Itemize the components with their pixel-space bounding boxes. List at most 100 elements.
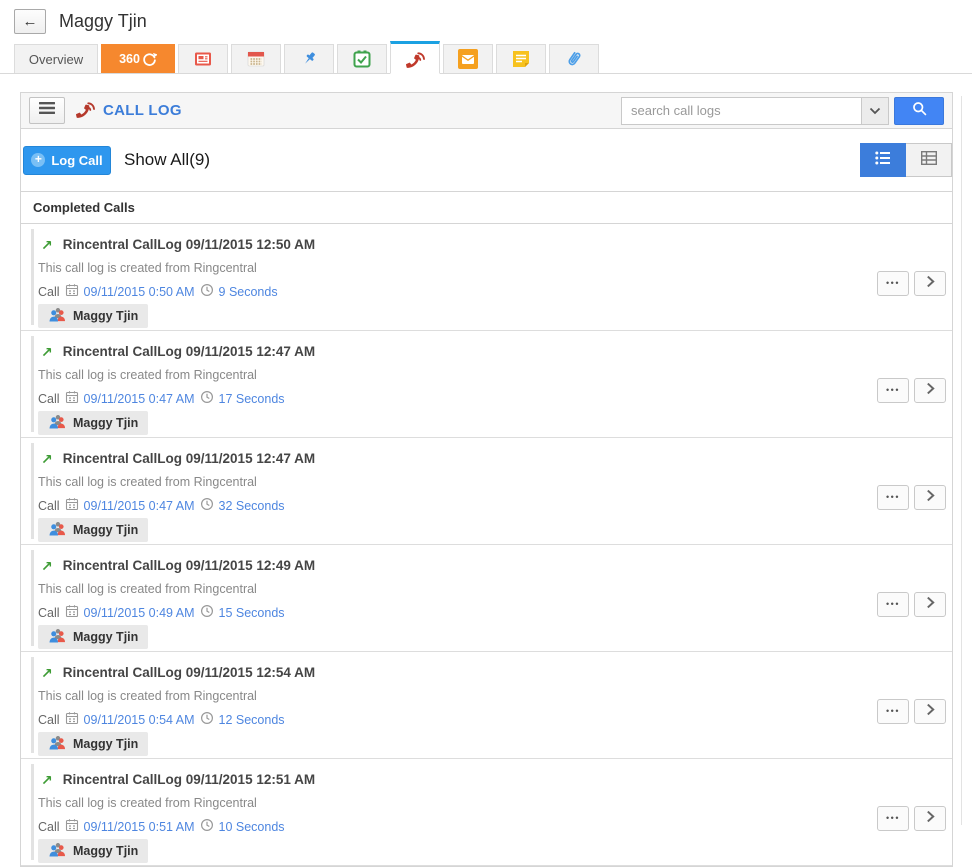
clock-icon <box>200 497 214 514</box>
call-datetime-link[interactable]: 09/11/2015 0:50 AM <box>84 285 195 299</box>
expand-entry-button[interactable] <box>914 592 946 617</box>
expand-entry-button[interactable] <box>914 485 946 510</box>
more-actions-button[interactable]: ••• <box>877 592 909 617</box>
call-detail-line: Call 09/11/2015 0:49 AM 15 Seconds <box>21 596 952 621</box>
menu-button[interactable] <box>29 97 65 124</box>
log-call-label: Log Call <box>51 153 102 168</box>
call-duration-link[interactable]: 10 Seconds <box>219 820 285 834</box>
call-label: Call <box>38 285 60 299</box>
more-actions-button[interactable]: ••• <box>877 806 909 831</box>
call-title: Rincentral CallLog 09/11/2015 12:47 AM <box>63 344 315 359</box>
ellipsis-icon: ••• <box>886 493 900 502</box>
call-duration-link[interactable]: 17 Seconds <box>219 392 285 406</box>
contacts-icon <box>48 842 67 860</box>
call-duration-link[interactable]: 15 Seconds <box>219 606 285 620</box>
tab-overview[interactable]: Overview <box>14 44 98 73</box>
chevron-right-icon <box>926 275 935 293</box>
tab-email[interactable] <box>443 44 493 73</box>
call-detail-line: Call 09/11/2015 0:50 AM 9 Seconds <box>21 275 952 300</box>
tab-360[interactable]: 360 <box>101 44 175 73</box>
calendar-small-icon <box>65 818 79 835</box>
scroll-track-line <box>961 96 962 825</box>
back-button[interactable]: ← <box>14 9 46 34</box>
entry-actions: ••• <box>877 592 946 617</box>
search-options-dropdown[interactable] <box>861 97 889 125</box>
more-actions-button[interactable]: ••• <box>877 378 909 403</box>
expand-entry-button[interactable] <box>914 806 946 831</box>
call-duration-link[interactable]: 9 Seconds <box>219 285 278 299</box>
log-call-button[interactable]: + Log Call <box>23 146 111 175</box>
list-view-icon <box>873 149 893 172</box>
section-header: Completed Calls <box>21 191 952 224</box>
tab-attachments[interactable] <box>549 44 599 73</box>
contact-chip[interactable]: Maggy Tjin <box>38 411 148 435</box>
ellipsis-icon: ••• <box>886 600 900 609</box>
tab-feed[interactable] <box>178 44 228 73</box>
call-duration-link[interactable]: 12 Seconds <box>219 713 285 727</box>
contact-chip[interactable]: Maggy Tjin <box>38 839 148 863</box>
table-view-toggle[interactable] <box>906 143 952 177</box>
call-entry: ↗ Rincentral CallLog 09/11/2015 12:49 AM… <box>21 545 952 652</box>
search-button[interactable] <box>894 97 944 125</box>
call-log-phone-icon <box>76 99 95 123</box>
list-view-toggle[interactable] <box>860 143 906 177</box>
call-log-toolbar: CALL LOG <box>21 93 952 129</box>
tasks-icon <box>352 49 372 69</box>
call-entry: ↗ Rincentral CallLog 09/11/2015 12:47 AM… <box>21 331 952 438</box>
call-title: Rincentral CallLog 09/11/2015 12:47 AM <box>63 451 315 466</box>
entry-accent-bar <box>31 229 34 325</box>
chevron-right-icon <box>926 489 935 507</box>
tab-notes[interactable] <box>496 44 546 73</box>
call-duration-link[interactable]: 32 Seconds <box>219 499 285 513</box>
contact-chip[interactable]: Maggy Tjin <box>38 732 148 756</box>
calendar-small-icon <box>65 497 79 514</box>
call-title: Rincentral CallLog 09/11/2015 12:50 AM <box>63 237 315 252</box>
outbound-arrow-icon: ↗ <box>41 452 53 466</box>
call-datetime-link[interactable]: 09/11/2015 0:51 AM <box>84 820 195 834</box>
contact-header: ← Maggy Tjin <box>0 0 972 40</box>
contact-chip[interactable]: Maggy Tjin <box>38 625 148 649</box>
expand-entry-button[interactable] <box>914 271 946 296</box>
call-log-panel: CALL LOG + Log Call Show All(9) <box>20 92 953 867</box>
outbound-arrow-icon: ↗ <box>41 773 53 787</box>
ellipsis-icon: ••• <box>886 814 900 823</box>
feed-icon <box>193 49 213 69</box>
call-datetime-link[interactable]: 09/11/2015 0:54 AM <box>84 713 195 727</box>
pushpin-icon <box>299 49 319 69</box>
call-list: ↗ Rincentral CallLog 09/11/2015 12:50 AM… <box>21 224 952 866</box>
calendar-small-icon <box>65 390 79 407</box>
call-description: This call log is created from Ringcentra… <box>21 359 952 382</box>
contact-chip[interactable]: Maggy Tjin <box>38 518 148 542</box>
more-actions-button[interactable]: ••• <box>877 699 909 724</box>
call-datetime-link[interactable]: 09/11/2015 0:47 AM <box>84 499 195 513</box>
call-description: This call log is created from Ringcentra… <box>21 466 952 489</box>
actions-row: + Log Call Show All(9) <box>21 129 952 191</box>
ellipsis-icon: ••• <box>886 279 900 288</box>
expand-entry-button[interactable] <box>914 699 946 724</box>
contact-chip[interactable]: Maggy Tjin <box>38 304 148 328</box>
clock-icon <box>200 283 214 300</box>
contact-chip-label: Maggy Tjin <box>73 630 138 644</box>
tab-tasks[interactable] <box>337 44 387 73</box>
view-toggles <box>860 143 952 177</box>
tab-calls[interactable] <box>390 41 440 74</box>
search-input[interactable] <box>621 97 861 125</box>
expand-entry-button[interactable] <box>914 378 946 403</box>
call-datetime-link[interactable]: 09/11/2015 0:47 AM <box>84 392 195 406</box>
more-actions-button[interactable]: ••• <box>877 271 909 296</box>
clock-icon <box>200 818 214 835</box>
chevron-right-icon <box>926 703 935 721</box>
paperclip-icon <box>564 49 584 69</box>
call-detail-line: Call 09/11/2015 0:47 AM 17 Seconds <box>21 382 952 407</box>
tab-bar: Overview 360 <box>0 40 972 74</box>
call-entry: ↗ Rincentral CallLog 09/11/2015 12:47 AM… <box>21 438 952 545</box>
tab-pushpin[interactable] <box>284 44 334 73</box>
call-label: Call <box>38 820 60 834</box>
chevron-down-icon <box>869 102 881 120</box>
tab-calendar[interactable] <box>231 44 281 73</box>
plus-icon: + <box>31 153 45 167</box>
search-icon <box>911 100 928 122</box>
calendar-small-icon <box>65 604 79 621</box>
more-actions-button[interactable]: ••• <box>877 485 909 510</box>
call-datetime-link[interactable]: 09/11/2015 0:49 AM <box>84 606 195 620</box>
